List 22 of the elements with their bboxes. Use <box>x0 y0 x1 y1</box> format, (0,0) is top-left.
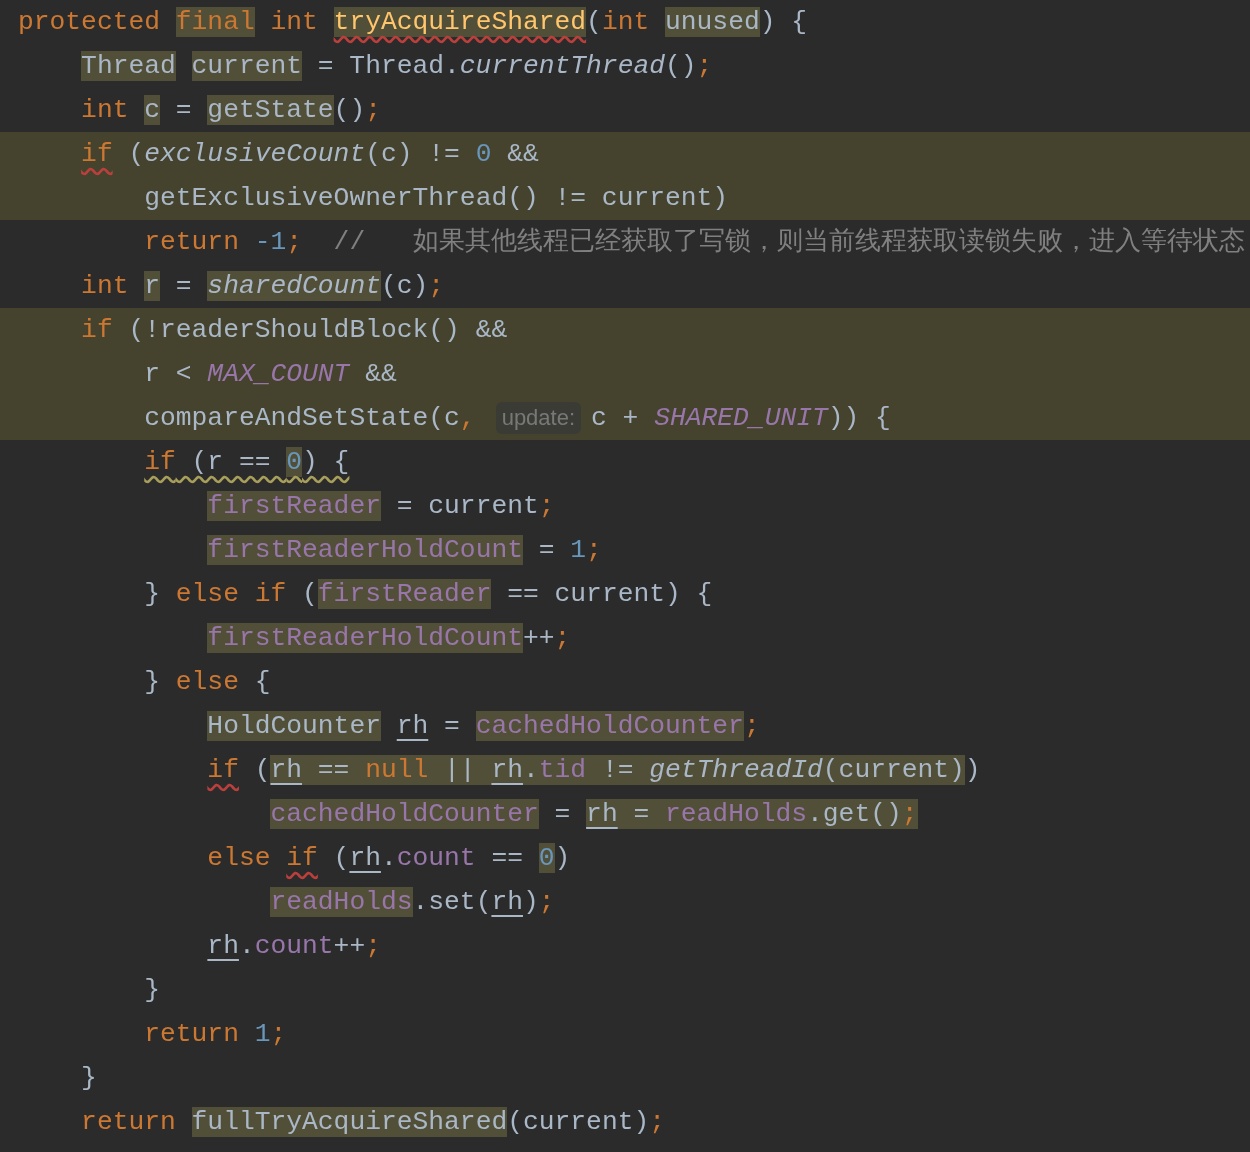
code-line: firstReader = current; <box>206 490 556 523</box>
code-line: readHolds.set(rh); <box>269 886 556 919</box>
parameter-hint: update: <box>495 402 582 434</box>
code-line: return -1; // 如果其他线程已经获取了写锁，则当前线程获取读锁失败，进入等待状态 <box>143 226 1246 259</box>
code-line: else if (rh.count == 0) <box>206 842 572 875</box>
code-line: return 1; <box>143 1018 288 1051</box>
code-line: Thread current = Thread.currentThread(); <box>80 50 714 83</box>
code-line: cachedHoldCounter = rh = readHolds.get(); <box>269 798 919 831</box>
code-line: c + SHARED_UNIT)) { <box>591 402 891 435</box>
code-line: } <box>143 974 161 1007</box>
code-line: rh.count++; <box>206 930 382 963</box>
code-line: HoldCounter rh = cachedHoldCounter; <box>206 710 761 743</box>
code-line: return fullTryAcquireShared(current); <box>80 1106 666 1139</box>
code-line: if (r == 0) { <box>143 446 351 479</box>
code-line: int c = getState(); <box>80 94 382 127</box>
code-line: int r = sharedCount(c); <box>80 270 446 303</box>
code-line: if (rh == null || rh.tid != getThreadId(current)) <box>206 754 982 787</box>
code-line: compareAndSetState(c, <box>144 402 476 435</box>
code-line: } <box>80 1062 98 1095</box>
code-line: } else if (firstReader == current) { <box>143 578 714 611</box>
code-line: } else { <box>143 666 272 699</box>
code-line: protected final int tryAcquireShared(int unused) { <box>17 6 809 39</box>
